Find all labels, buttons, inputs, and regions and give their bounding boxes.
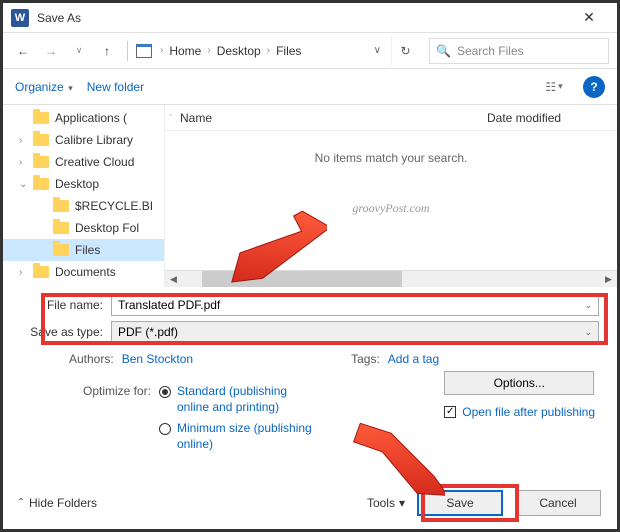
tree-item[interactable]: Applications (: [3, 107, 164, 129]
refresh-button[interactable]: ↻: [391, 37, 419, 65]
authors-value[interactable]: Ben Stockton: [122, 352, 193, 366]
dialog-title: Save As: [37, 11, 569, 25]
chevron-down-icon[interactable]: ⌄: [584, 327, 592, 338]
expand-icon[interactable]: ›: [19, 157, 29, 168]
scroll-right-icon[interactable]: ▶: [600, 271, 617, 287]
radio-icon: [159, 423, 171, 435]
new-folder-button[interactable]: New folder: [87, 80, 144, 94]
save-button[interactable]: Save: [417, 490, 503, 516]
search-placeholder: Search Files: [457, 44, 524, 58]
chevron-right-icon: ›: [267, 45, 270, 56]
scroll-left-icon[interactable]: ◀: [165, 271, 182, 287]
checkbox-icon: ✓: [444, 406, 456, 418]
tree-item[interactable]: Desktop Fol: [3, 217, 164, 239]
breadcrumb-home[interactable]: Home: [169, 44, 201, 58]
column-name[interactable]: Name: [180, 111, 487, 125]
up-button[interactable]: ↑: [95, 39, 119, 63]
folder-icon: [53, 222, 69, 234]
breadcrumb-dropdown[interactable]: ∨: [374, 45, 381, 56]
chevron-right-icon: ›: [207, 45, 210, 56]
authors-label: Authors:: [69, 352, 114, 366]
tree-item[interactable]: ⌄Desktop: [3, 173, 164, 195]
hide-folders-toggle[interactable]: ˆ Hide Folders: [19, 496, 97, 510]
tree-item[interactable]: $RECYCLE.BI: [3, 195, 164, 217]
folder-icon: [33, 266, 49, 278]
column-date[interactable]: Date modified: [487, 111, 607, 125]
chevron-down-icon: ▾: [66, 83, 73, 93]
expand-icon[interactable]: ›: [19, 135, 29, 146]
empty-message: No items match your search.: [315, 151, 468, 165]
pc-icon: [136, 44, 152, 58]
tree-item[interactable]: ›Calibre Library: [3, 129, 164, 151]
folder-icon: [33, 178, 49, 190]
open-after-checkbox[interactable]: ✓ Open file after publishing: [444, 405, 595, 419]
savetype-select[interactable]: PDF (*.pdf)⌄: [111, 321, 599, 343]
optimize-label: Optimize for:: [69, 384, 151, 452]
folder-icon: [33, 156, 49, 168]
expand-icon[interactable]: ⌄: [19, 179, 29, 190]
breadcrumb[interactable]: › Home › Desktop › Files: [160, 44, 301, 58]
watermark: groovyPost.com: [352, 201, 429, 216]
separator: [127, 41, 128, 61]
horizontal-scrollbar[interactable]: ◀ ▶: [165, 270, 617, 287]
folder-tree[interactable]: Applications ( ›Calibre Library ›Creativ…: [3, 105, 165, 287]
folder-icon: [33, 112, 49, 124]
radio-minimum[interactable]: Minimum size (publishing online): [159, 421, 319, 452]
search-input[interactable]: 🔍 Search Files: [429, 38, 609, 64]
tree-item[interactable]: ›Creative Cloud: [3, 151, 164, 173]
search-icon: 🔍: [436, 44, 451, 58]
folder-icon: [33, 134, 49, 146]
expand-icon[interactable]: ›: [19, 267, 29, 278]
help-button[interactable]: ?: [583, 76, 605, 98]
forward-button[interactable]: →: [39, 39, 63, 63]
tree-item-selected[interactable]: Files: [3, 239, 164, 261]
tree-item[interactable]: ›Documents: [3, 261, 164, 283]
back-button[interactable]: ←: [11, 39, 35, 63]
chevron-right-icon: ›: [160, 45, 163, 56]
filename-input[interactable]: Translated PDF.pdf⌄: [111, 294, 599, 316]
organize-menu[interactable]: Organize ▾: [15, 80, 73, 94]
view-menu[interactable]: ☷ ▾: [539, 75, 569, 99]
folder-icon: [53, 200, 69, 212]
options-button[interactable]: Options...: [444, 371, 594, 395]
chevron-down-icon: ▾: [399, 496, 405, 510]
breadcrumb-desktop[interactable]: Desktop: [217, 44, 261, 58]
cancel-button[interactable]: Cancel: [515, 490, 601, 516]
radio-icon: [159, 386, 171, 398]
scroll-thumb[interactable]: [202, 271, 402, 287]
word-icon: W: [11, 9, 29, 27]
chevron-icon: ˆ: [169, 113, 172, 123]
recent-dropdown[interactable]: ∨: [67, 39, 91, 63]
chevron-down-icon[interactable]: ⌄: [584, 300, 592, 311]
breadcrumb-files[interactable]: Files: [276, 44, 301, 58]
filename-label: File name:: [21, 298, 111, 312]
chevron-up-icon: ˆ: [19, 496, 23, 510]
column-headers[interactable]: ˆ Name Date modified: [165, 105, 617, 131]
folder-icon: [53, 244, 69, 256]
tools-menu[interactable]: Tools ▾: [367, 496, 405, 510]
savetype-label: Save as type:: [21, 325, 111, 339]
close-button[interactable]: ✕: [569, 4, 609, 32]
tags-value[interactable]: Add a tag: [388, 352, 439, 366]
tags-label: Tags:: [351, 352, 380, 366]
radio-standard[interactable]: Standard (publishing online and printing…: [159, 384, 319, 415]
